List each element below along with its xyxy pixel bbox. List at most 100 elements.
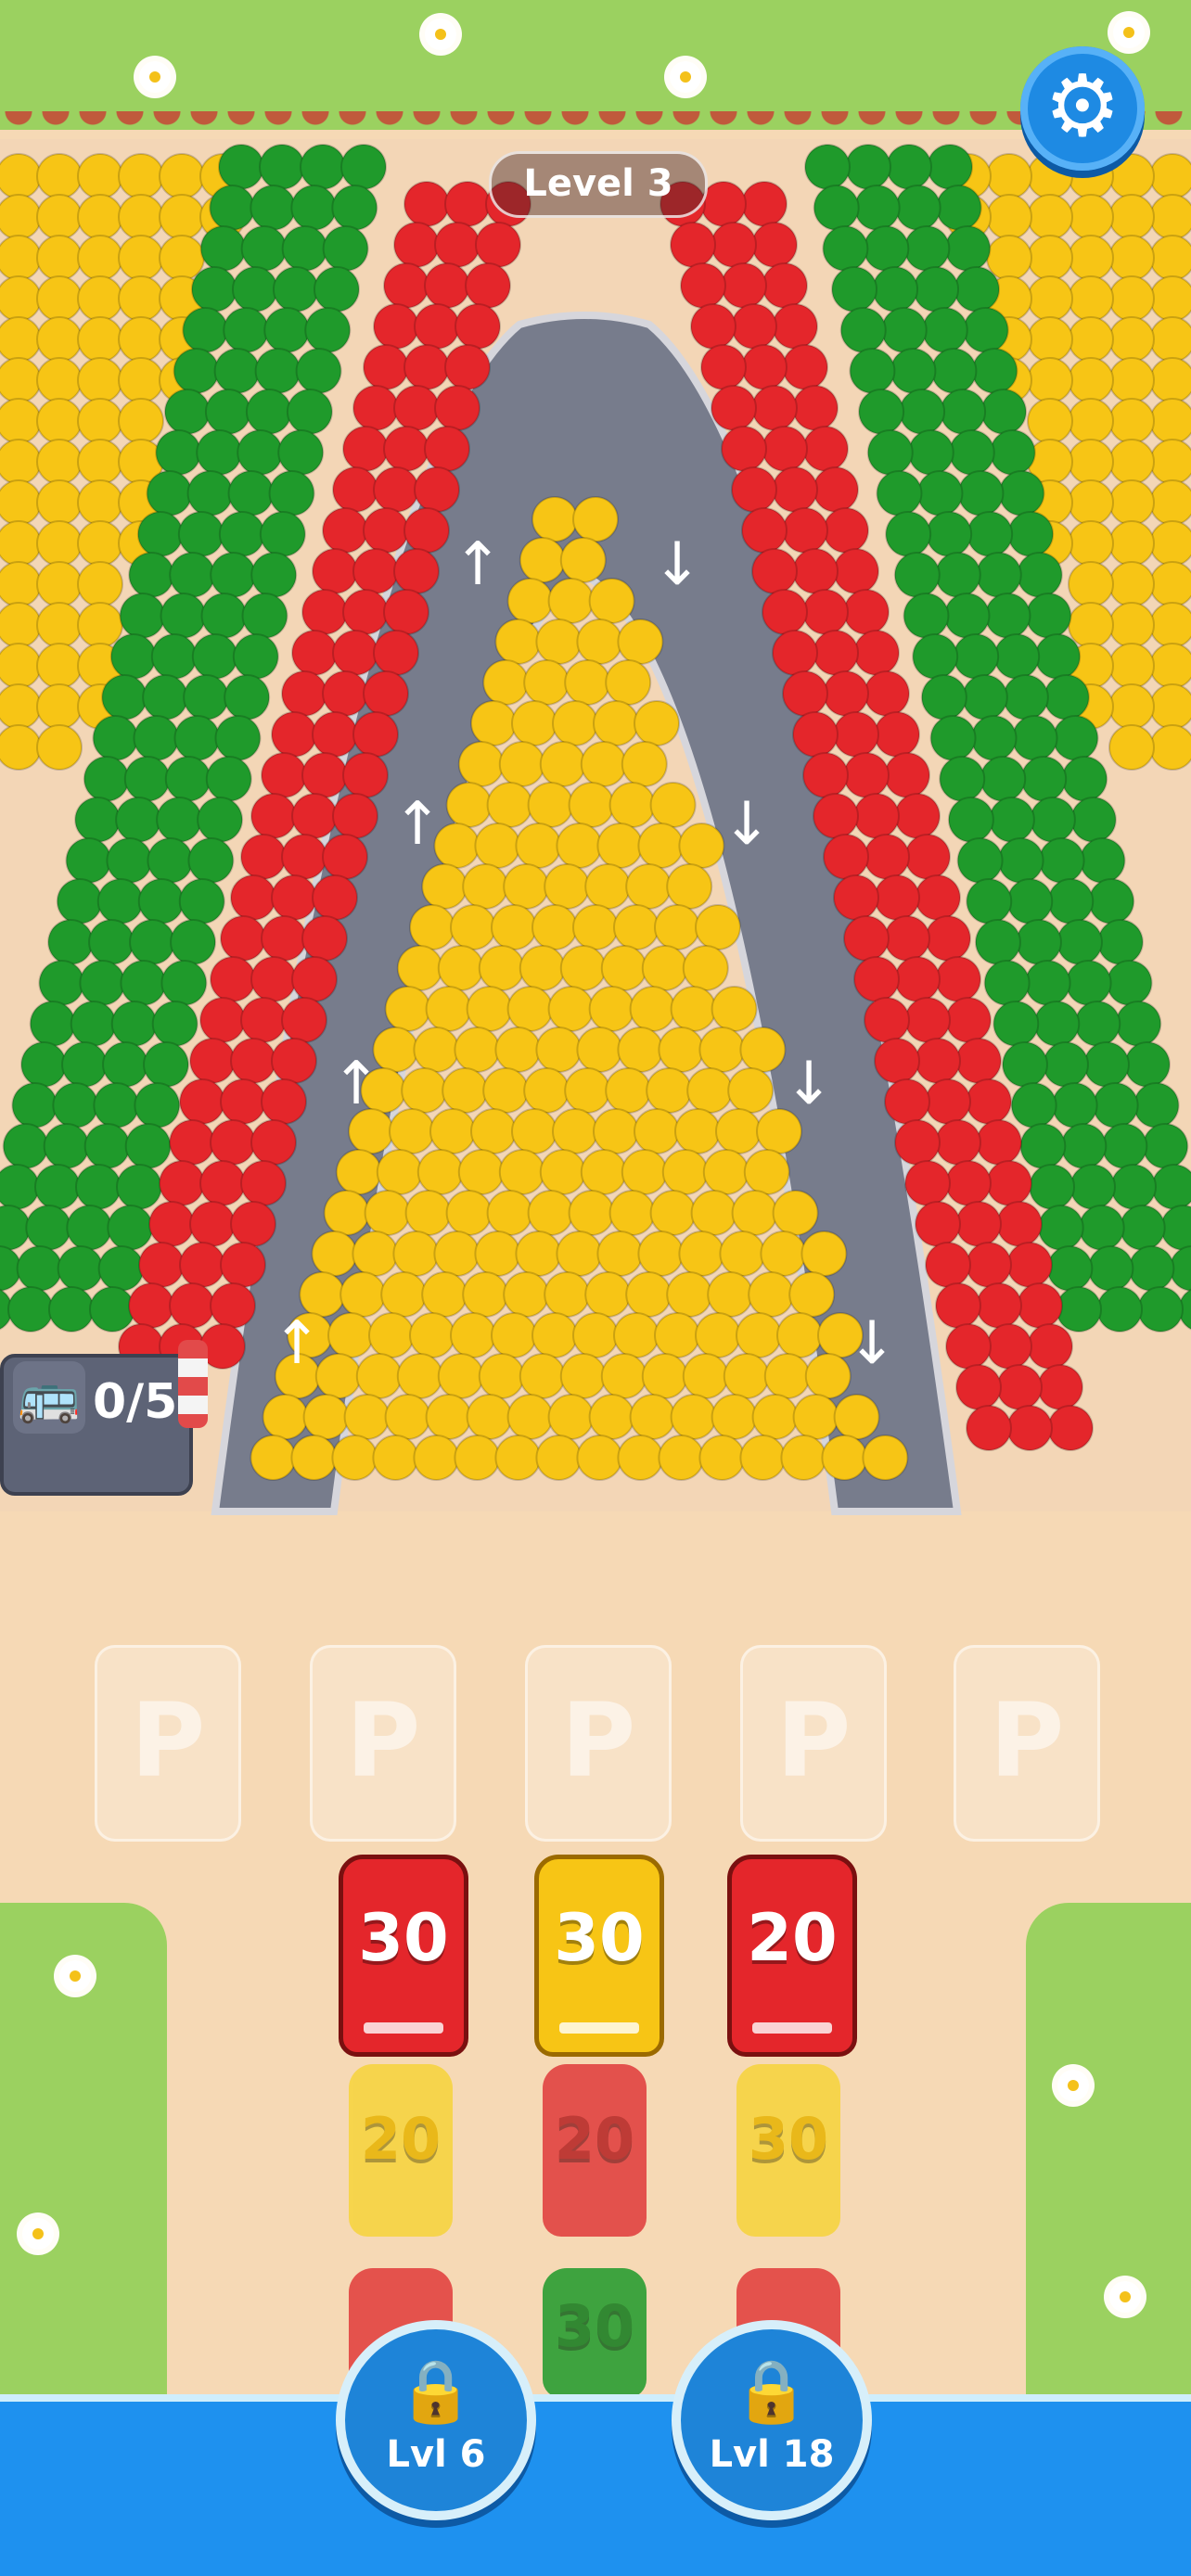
person-token (187, 837, 235, 884)
person-token (927, 144, 973, 190)
person-token (339, 1271, 387, 1318)
parking-slot[interactable]: P (954, 1645, 1100, 1842)
person-token (760, 1231, 807, 1277)
person-token (519, 537, 566, 583)
person-token (322, 507, 368, 554)
person-token (189, 1201, 236, 1247)
person-token (711, 986, 758, 1032)
person-token (1056, 1286, 1103, 1333)
person-token (2, 1123, 49, 1169)
person-token (218, 511, 265, 557)
person-token (989, 429, 1036, 476)
person-token (1149, 275, 1191, 322)
person-token (658, 1435, 705, 1481)
person-token (608, 1190, 656, 1236)
parking-slot[interactable]: P (310, 1645, 456, 1842)
person-token (1068, 275, 1114, 322)
person-token (904, 834, 951, 880)
person-token (678, 823, 725, 869)
person-token (503, 863, 550, 910)
person-token (301, 915, 348, 962)
person-token (700, 181, 747, 227)
person-token (1011, 715, 1058, 761)
person-token (6, 1286, 54, 1333)
person-token (833, 548, 879, 594)
person-token (971, 348, 1018, 394)
person-token (437, 1353, 484, 1399)
person-token (1079, 837, 1126, 884)
person-token (482, 1067, 530, 1114)
gear-icon[interactable]: ⚙ (1020, 46, 1145, 171)
person-token (1110, 1164, 1157, 1210)
person-token (925, 1242, 971, 1288)
lock-icon: 🔒 (397, 2355, 475, 2427)
person-token (695, 1312, 741, 1358)
person-token (782, 507, 828, 554)
person-token (707, 1271, 754, 1318)
parking-slot[interactable]: P (95, 1645, 241, 1842)
person-token (751, 1394, 799, 1440)
person-token (286, 389, 333, 435)
person-token (893, 552, 941, 598)
person-token (83, 1123, 131, 1169)
person-token (1002, 674, 1049, 721)
person-token (404, 1190, 452, 1236)
person-token (1108, 520, 1155, 567)
person-token (584, 1271, 632, 1318)
person-token (186, 470, 234, 516)
person-token (813, 793, 859, 839)
parking-slot[interactable]: P (740, 1645, 887, 1842)
car-red-30[interactable]: 30 (339, 1855, 468, 2057)
person-token (237, 429, 284, 476)
person-token (118, 275, 164, 322)
person-token (976, 1119, 1022, 1166)
person-token (373, 303, 419, 350)
person-token (741, 344, 788, 390)
person-token (224, 674, 271, 721)
person-token (373, 630, 419, 676)
person-token (47, 919, 95, 965)
person-token (343, 1394, 391, 1440)
person-token (967, 511, 1014, 557)
person-token (1108, 643, 1155, 689)
person-token (1016, 552, 1063, 598)
person-token (146, 470, 193, 516)
person-token (393, 222, 440, 268)
person-token (711, 1394, 758, 1440)
person-token (291, 793, 338, 839)
parking-slot[interactable]: P (525, 1645, 672, 1842)
person-token (849, 348, 896, 394)
person-token (38, 960, 85, 1006)
person-token (159, 153, 205, 199)
person-token (866, 429, 914, 476)
car-red-20[interactable]: 20 (727, 1855, 857, 2057)
person-token (666, 863, 713, 910)
person-token (935, 1119, 981, 1166)
person-token (641, 1353, 688, 1399)
person-token (907, 429, 954, 476)
person-token (568, 782, 615, 828)
person-token (409, 904, 455, 950)
person-token (884, 752, 930, 798)
person-token (833, 1394, 880, 1440)
person-token (813, 466, 859, 513)
person-token (1092, 1082, 1139, 1129)
person-token (151, 1001, 198, 1047)
person-token (314, 1353, 362, 1399)
person-token (682, 945, 729, 991)
person-token (731, 466, 777, 513)
locked-lane-button[interactable]: 🔒 Lvl 6 (336, 2320, 536, 2520)
person-token (1015, 919, 1062, 965)
person-token (295, 348, 342, 394)
locked-lane-button[interactable]: 🔒 Lvl 18 (672, 2320, 872, 2520)
person-token (843, 589, 890, 635)
car-yellow-30[interactable]: 30 (534, 1855, 664, 2057)
person-token (478, 945, 525, 991)
person-token (772, 466, 818, 513)
person-token (1082, 1041, 1130, 1088)
person-token (535, 1027, 583, 1073)
person-token (1149, 194, 1191, 240)
person-token (450, 1312, 496, 1358)
person-token (0, 398, 42, 444)
person-token (556, 1231, 603, 1277)
